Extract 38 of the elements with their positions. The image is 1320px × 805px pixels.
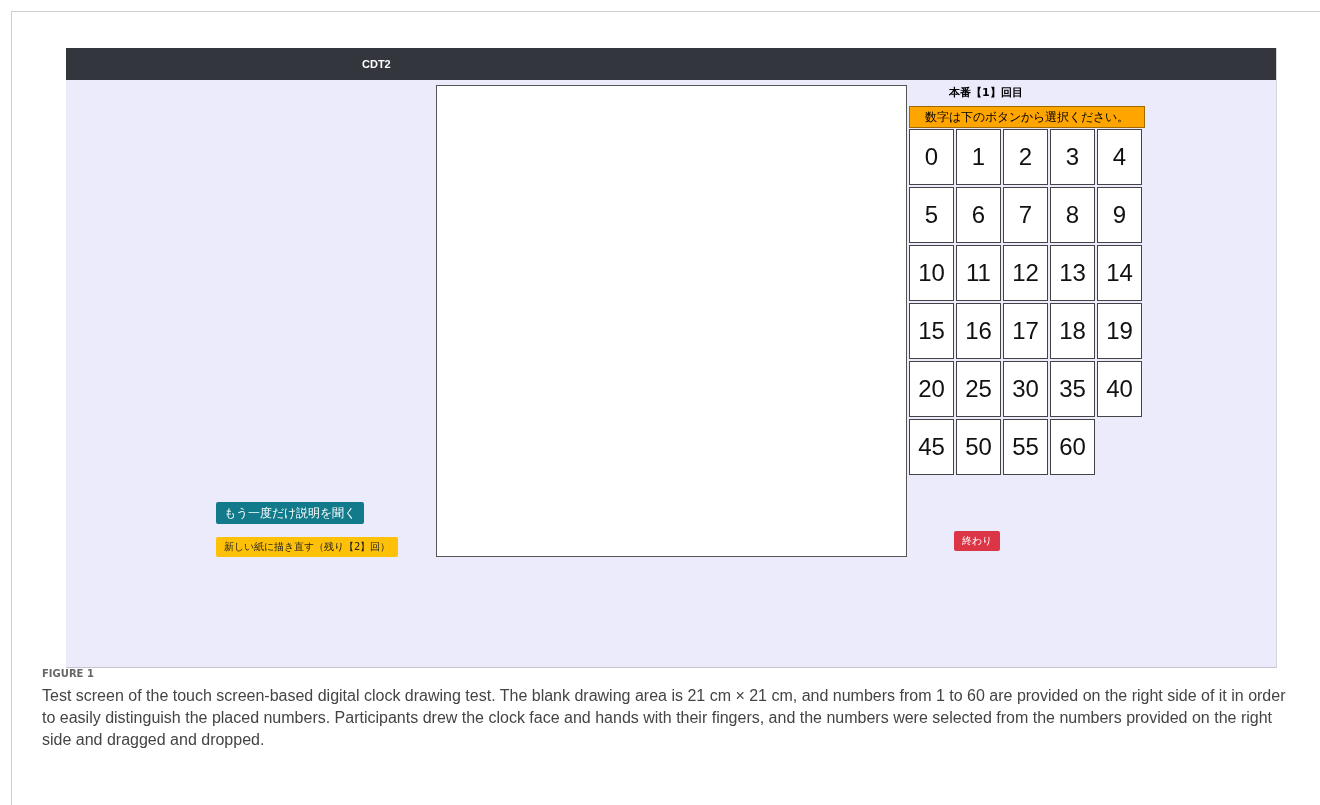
number-button[interactable]: 6 <box>956 187 1001 243</box>
number-button[interactable]: 45 <box>909 419 954 475</box>
number-button[interactable]: 17 <box>1003 303 1048 359</box>
number-button[interactable]: 19 <box>1097 303 1142 359</box>
number-button[interactable]: 25 <box>956 361 1001 417</box>
figure-label: FIGURE 1 <box>42 668 95 679</box>
number-button[interactable]: 11 <box>956 245 1001 301</box>
number-button[interactable]: 15 <box>909 303 954 359</box>
number-button[interactable]: 14 <box>1097 245 1142 301</box>
number-button[interactable]: 30 <box>1003 361 1048 417</box>
action-button[interactable]: 新しい紙に描き直す（残り【2】回） <box>216 537 399 557</box>
number-button[interactable]: 5 <box>909 187 954 243</box>
round-title: 本番【1】回目 <box>949 86 1024 101</box>
instruction-banner: 数字は下のボタンから選択ください。 <box>909 106 1145 128</box>
number-button[interactable]: 3 <box>1050 129 1095 185</box>
number-button[interactable]: 13 <box>1050 245 1095 301</box>
number-button[interactable]: 0 <box>909 129 954 185</box>
number-button[interactable]: 4 <box>1097 129 1142 185</box>
number-button[interactable]: 10 <box>909 245 954 301</box>
number-button[interactable]: 35 <box>1050 361 1095 417</box>
number-button[interactable]: 1 <box>956 129 1001 185</box>
number-button[interactable]: 8 <box>1050 187 1095 243</box>
action-button[interactable]: もう一度だけ説明を聞く <box>216 502 364 524</box>
number-button[interactable]: 55 <box>1003 419 1048 475</box>
number-button[interactable]: 9 <box>1097 187 1142 243</box>
number-button[interactable]: 20 <box>909 361 954 417</box>
app-title: CDT2 <box>362 58 391 70</box>
number-button[interactable]: 50 <box>956 419 1001 475</box>
number-button[interactable]: 2 <box>1003 129 1048 185</box>
number-button[interactable]: 60 <box>1050 419 1095 475</box>
number-button[interactable]: 7 <box>1003 187 1048 243</box>
figure-caption: Test screen of the touch screen-based digital clock drawing test. The blank drawing area is 21 cm × 21 cm, and numbers from 1 to 60 are provided on the right side of it in order to easily distinguish the placed numbers. Participants drew the clock face and hands with their fingers, and the numbers were selected from the numbers provided on the right side and dragged and dropped. <box>42 686 1287 750</box>
end-button[interactable]: 終わり <box>954 531 1000 551</box>
drawing-area[interactable] <box>436 85 907 557</box>
number-button[interactable]: 40 <box>1097 361 1142 417</box>
number-button[interactable]: 12 <box>1003 245 1048 301</box>
number-button[interactable]: 18 <box>1050 303 1095 359</box>
number-button[interactable]: 16 <box>956 303 1001 359</box>
